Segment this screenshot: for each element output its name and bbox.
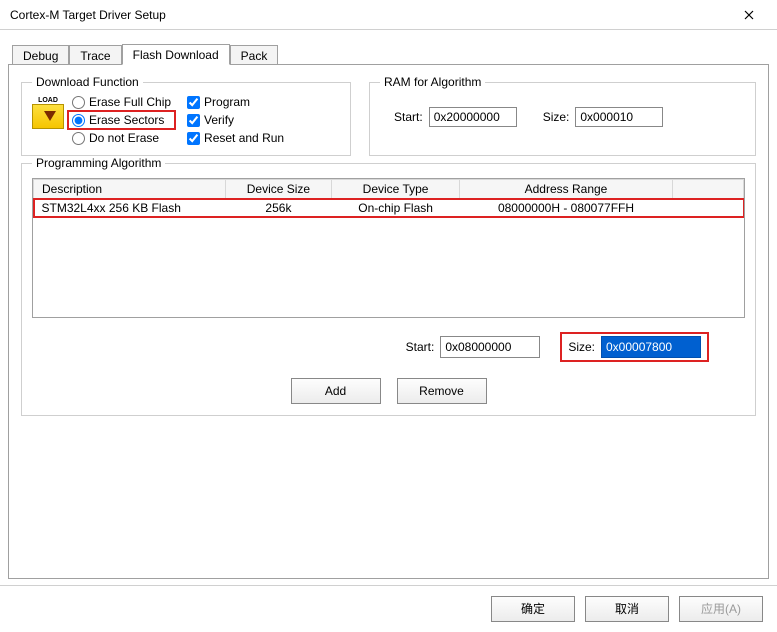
ram-start-input[interactable] xyxy=(429,107,517,127)
checkbox-reset-and-run-label: Reset and Run xyxy=(204,131,284,145)
checkbox-reset-and-run[interactable]: Reset and Run xyxy=(187,131,284,145)
algo-size-group: Size: xyxy=(560,332,709,362)
checkbox-program-label: Program xyxy=(204,95,250,109)
apply-button[interactable]: 应用(A) xyxy=(679,596,763,622)
tab-flash-download-label: Flash Download xyxy=(133,48,219,62)
checkbox-verify-input[interactable] xyxy=(187,114,200,127)
ok-button[interactable]: 确定 xyxy=(491,596,575,622)
radio-erase-full-chip-label: Erase Full Chip xyxy=(89,95,171,109)
radio-do-not-erase-label: Do not Erase xyxy=(89,131,159,145)
col-spacer xyxy=(672,180,743,199)
apply-button-label: 应用(A) xyxy=(701,602,741,616)
algo-size-input[interactable] xyxy=(601,336,701,358)
col-description[interactable]: Description xyxy=(34,180,226,199)
cell-device-size: 256k xyxy=(225,199,332,218)
dialog-client: Debug Trace Flash Download Pack Download… xyxy=(0,30,777,585)
ram-start-label: Start: xyxy=(394,110,423,124)
ok-button-label: 确定 xyxy=(521,602,545,616)
table-row[interactable]: STM32L4xx 256 KB Flash 256k On-chip Flas… xyxy=(34,199,744,218)
groupbox-download-function: Download Function Erase Full Chip Erase … xyxy=(21,75,351,156)
tab-pack-label: Pack xyxy=(241,49,268,63)
tab-debug-label: Debug xyxy=(23,49,58,63)
radio-erase-sectors-label: Erase Sectors xyxy=(89,113,164,127)
remove-button[interactable]: Remove xyxy=(397,378,487,404)
checkbox-program-input[interactable] xyxy=(187,96,200,109)
checkbox-verify-label: Verify xyxy=(204,113,234,127)
radio-erase-sectors[interactable]: Erase Sectors xyxy=(67,110,176,130)
remove-button-label: Remove xyxy=(419,384,464,398)
add-button-label: Add xyxy=(325,384,346,398)
radio-erase-full-chip-input[interactable] xyxy=(72,96,85,109)
algorithm-table-wrap: Description Device Size Device Type Addr… xyxy=(32,178,745,318)
radio-do-not-erase[interactable]: Do not Erase xyxy=(72,131,171,145)
tab-strip: Debug Trace Flash Download Pack xyxy=(8,40,769,64)
window-title: Cortex-M Target Driver Setup xyxy=(10,8,729,22)
checkbox-program[interactable]: Program xyxy=(187,95,284,109)
close-button[interactable] xyxy=(729,1,769,29)
radio-erase-sectors-input[interactable] xyxy=(72,114,85,127)
radio-erase-full-chip[interactable]: Erase Full Chip xyxy=(72,95,171,109)
groupbox-programming-algorithm: Programming Algorithm Description Device… xyxy=(21,156,756,416)
algo-size-label: Size: xyxy=(568,340,595,354)
cell-address-range: 08000000H - 080077FFH xyxy=(459,199,672,218)
tab-debug[interactable]: Debug xyxy=(12,45,69,65)
tab-pane: Download Function Erase Full Chip Erase … xyxy=(8,64,769,579)
ram-size-label: Size: xyxy=(543,110,570,124)
close-icon xyxy=(744,10,754,20)
algo-start-label: Start: xyxy=(406,340,435,354)
col-device-type[interactable]: Device Type xyxy=(332,180,460,199)
table-header-row: Description Device Size Device Type Addr… xyxy=(34,180,744,199)
programming-algorithm-legend: Programming Algorithm xyxy=(32,156,165,170)
tab-flash-download[interactable]: Flash Download xyxy=(122,44,230,65)
cell-device-type: On-chip Flash xyxy=(332,199,460,218)
checkbox-verify[interactable]: Verify xyxy=(187,113,284,127)
cell-description: STM32L4xx 256 KB Flash xyxy=(34,199,226,218)
tab-trace[interactable]: Trace xyxy=(69,45,121,65)
algorithm-table[interactable]: Description Device Size Device Type Addr… xyxy=(33,179,744,217)
tab-pack[interactable]: Pack xyxy=(230,45,279,65)
col-device-size[interactable]: Device Size xyxy=(225,180,332,199)
cell-spacer xyxy=(672,199,743,218)
load-icon xyxy=(32,97,64,129)
cancel-button[interactable]: 取消 xyxy=(585,596,669,622)
download-function-legend: Download Function xyxy=(32,75,143,89)
ram-for-algorithm-legend: RAM for Algorithm xyxy=(380,75,485,89)
dialog-button-bar: 确定 取消 应用(A) xyxy=(0,585,777,631)
col-address-range[interactable]: Address Range xyxy=(459,180,672,199)
checkbox-reset-and-run-input[interactable] xyxy=(187,132,200,145)
ram-size-input[interactable] xyxy=(575,107,663,127)
add-button[interactable]: Add xyxy=(291,378,381,404)
radio-do-not-erase-input[interactable] xyxy=(72,132,85,145)
algo-start-input[interactable] xyxy=(440,336,540,358)
groupbox-ram-for-algorithm: RAM for Algorithm Start: Size: xyxy=(369,75,756,156)
cancel-button-label: 取消 xyxy=(615,602,639,616)
title-bar: Cortex-M Target Driver Setup xyxy=(0,0,777,30)
tab-trace-label: Trace xyxy=(80,49,110,63)
